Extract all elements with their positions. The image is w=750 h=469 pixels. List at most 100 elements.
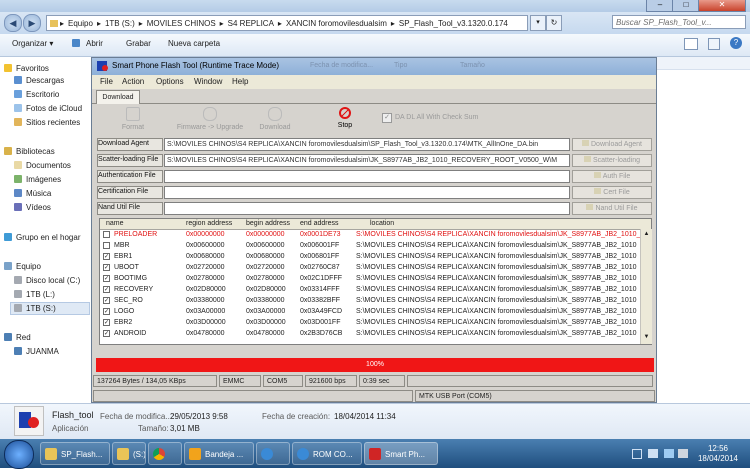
nav-disco-s[interactable]: 1TB (S:) [14, 304, 56, 313]
nav-icloud[interactable]: Fotos de iCloud [14, 104, 82, 113]
table-row[interactable]: PRELOADER 0x00000000 0x00000000 0x0001DE73 S… [100, 230, 651, 240]
taskbar-drive[interactable]: (S:) [112, 442, 146, 465]
table-row[interactable]: ✓ ANDROID 0x04780000 0x04780000 0x2B3D76CB S:… [100, 329, 651, 339]
nand-util-input[interactable] [164, 202, 570, 215]
nav-juanma[interactable]: JUANMA [14, 347, 59, 356]
table-row[interactable]: ✓ LOGO 0x03A00000 0x03A00000 0x03A49FCD S:\MO… [100, 307, 651, 317]
scatter-file-input[interactable]: S:\MOVILES CHINOS\S4 REPLICA\XANCIN foro… [164, 154, 570, 167]
close-window-button[interactable]: ✕ [698, 0, 746, 12]
menu-action[interactable]: Action [122, 77, 144, 86]
format-button[interactable]: Format [102, 107, 164, 131]
taskbar-spflash[interactable]: SP_Flash... [40, 442, 110, 465]
view-options-icon[interactable] [684, 38, 698, 50]
col-region[interactable]: region address [186, 220, 232, 227]
auth-file-button[interactable]: Auth File [572, 170, 652, 183]
clock[interactable]: 12:56 18/04/2014 [690, 444, 746, 464]
open-button[interactable]: Abrir [86, 39, 103, 48]
nav-imagenes[interactable]: Imágenes [14, 175, 61, 184]
flag-icon[interactable] [648, 449, 658, 458]
table-row[interactable]: ✓ BOOTIMG 0x02780000 0x02780000 0x02C1DFFF S:… [100, 274, 651, 284]
breadcrumb-equipo[interactable]: Equipo [66, 19, 95, 28]
auth-file-input[interactable] [164, 170, 570, 183]
table-row[interactable]: ✓ UBOOT 0x02720000 0x02720000 0x02760C87 S:\M… [100, 263, 651, 273]
stop-button[interactable]: Stop [314, 107, 376, 129]
preview-pane-icon[interactable] [708, 38, 720, 50]
nav-bibliotecas[interactable]: Bibliotecas [4, 147, 55, 156]
taskbar-bandeja[interactable]: Bandeja ... [184, 442, 254, 465]
breadcrumb-moviles[interactable]: MOVILES CHINOS [145, 19, 218, 28]
breadcrumb-flashtool[interactable]: SP_Flash_Tool_v3.1320.0.174 [397, 19, 510, 28]
menu-window[interactable]: Window [194, 77, 222, 86]
table-row[interactable]: ✓ EBR1 0x00680000 0x00680000 0x006801FF S:\MO… [100, 252, 651, 262]
col-name[interactable]: name [106, 220, 124, 227]
nav-escritorio[interactable]: Escritorio [14, 90, 59, 99]
col-begin[interactable]: begin address [246, 220, 290, 227]
start-orb-icon[interactable] [4, 440, 34, 469]
nav-recientes[interactable]: Sitios recientes [14, 118, 80, 127]
nav-equipo[interactable]: Equipo [4, 262, 41, 271]
refresh-icon[interactable]: ↻ [546, 15, 562, 31]
partition-checkbox[interactable]: ✓ [103, 330, 110, 337]
partition-checkbox[interactable]: ✓ [103, 275, 110, 282]
col-end[interactable]: end address [300, 220, 339, 227]
tab-download[interactable]: Download [96, 90, 140, 104]
breadcrumb-s4[interactable]: S4 REPLICA [226, 19, 276, 28]
nav-descargas[interactable]: Descargas [14, 76, 64, 85]
menu-file[interactable]: File [100, 77, 113, 86]
da-checksum-checkbox[interactable]: ✓ [382, 113, 392, 123]
taskbar-rom[interactable]: ROM CO... [292, 442, 362, 465]
nav-disco-c[interactable]: Disco local (C:) [14, 276, 80, 285]
col-location[interactable]: location [370, 220, 394, 227]
address-bar[interactable]: ▸ Equipo ▸ 1TB (S:) ▸ MOVILES CHINOS ▸ S… [46, 15, 528, 31]
firmware-upgrade-button[interactable]: Firmware -> Upgrade [172, 107, 248, 131]
download-agent-button[interactable]: Download Agent [572, 138, 652, 151]
dropdown-arrow-icon[interactable]: ▾ [530, 15, 546, 31]
breadcrumb-drive[interactable]: 1TB (S:) [103, 19, 137, 28]
taskbar-chrome[interactable] [148, 442, 182, 465]
organize-button[interactable]: Organizar ▾ [12, 39, 53, 48]
partition-checkbox[interactable] [103, 231, 110, 238]
nav-musica[interactable]: Música [14, 189, 51, 198]
partition-checkbox[interactable]: ✓ [103, 286, 110, 293]
scroll-up-icon[interactable]: ▲ [642, 231, 651, 239]
taskbar-ie[interactable] [256, 442, 290, 465]
table-row[interactable]: ✓ SEC_RO 0x03380000 0x03380000 0x03382BFF S:\… [100, 296, 651, 306]
breadcrumb-xancin[interactable]: XANCIN foromovilesdualsim [284, 19, 389, 28]
maximize-button[interactable]: □ [672, 0, 700, 12]
scatter-loading-button[interactable]: Scatter-loading [572, 154, 652, 167]
search-input[interactable]: Buscar SP_Flash_Tool_v... [612, 15, 746, 29]
partition-checkbox[interactable]: ✓ [103, 253, 110, 260]
download-agent-input[interactable]: S:\MOVILES CHINOS\S4 REPLICA\XANCIN foro… [164, 138, 570, 151]
partition-checkbox[interactable]: ✓ [103, 308, 110, 315]
partition-checkbox[interactable]: ✓ [103, 297, 110, 304]
table-scrollbar[interactable]: ▲ ▼ [640, 229, 652, 344]
menu-options[interactable]: Options [156, 77, 184, 86]
help-icon[interactable]: ? [730, 37, 742, 49]
nav-documentos[interactable]: Documentos [14, 161, 71, 170]
table-row[interactable]: ✓ EBR2 0x03D00000 0x03D00000 0x03D001FF S:\MO… [100, 318, 651, 328]
minimize-button[interactable]: – [646, 0, 674, 12]
nand-util-button[interactable]: Nand Util File [572, 202, 652, 215]
nav-disco-l[interactable]: 1TB (L:) [14, 290, 55, 299]
back-arrow-icon[interactable]: ◀ [4, 14, 22, 32]
volume-icon[interactable] [678, 449, 688, 458]
nav-red[interactable]: Red [4, 333, 31, 342]
burn-button[interactable]: Grabar [126, 39, 151, 48]
nav-favoritos[interactable]: Favoritos [4, 64, 49, 73]
table-row[interactable]: ✓ RECOVERY 0x02D80000 0x02D80000 0x03314FFF S… [100, 285, 651, 295]
forward-arrow-icon[interactable]: ▶ [23, 14, 41, 32]
taskbar-smartphone[interactable]: Smart Ph... [364, 442, 438, 465]
network-tray-icon[interactable] [664, 449, 674, 458]
cert-file-button[interactable]: Cert File [572, 186, 652, 199]
menu-help[interactable]: Help [232, 77, 248, 86]
nav-videos[interactable]: Vídeos [14, 203, 51, 212]
partition-checkbox[interactable]: ✓ [103, 264, 110, 271]
cert-file-input[interactable] [164, 186, 570, 199]
scroll-down-icon[interactable]: ▼ [642, 334, 651, 342]
download-button[interactable]: Download [244, 107, 306, 131]
new-folder-button[interactable]: Nueva carpeta [168, 39, 220, 48]
partition-checkbox[interactable] [103, 242, 110, 249]
nav-grupo[interactable]: Grupo en el hogar [4, 233, 81, 242]
tray-expand-icon[interactable] [632, 449, 642, 459]
partition-checkbox[interactable]: ✓ [103, 319, 110, 326]
